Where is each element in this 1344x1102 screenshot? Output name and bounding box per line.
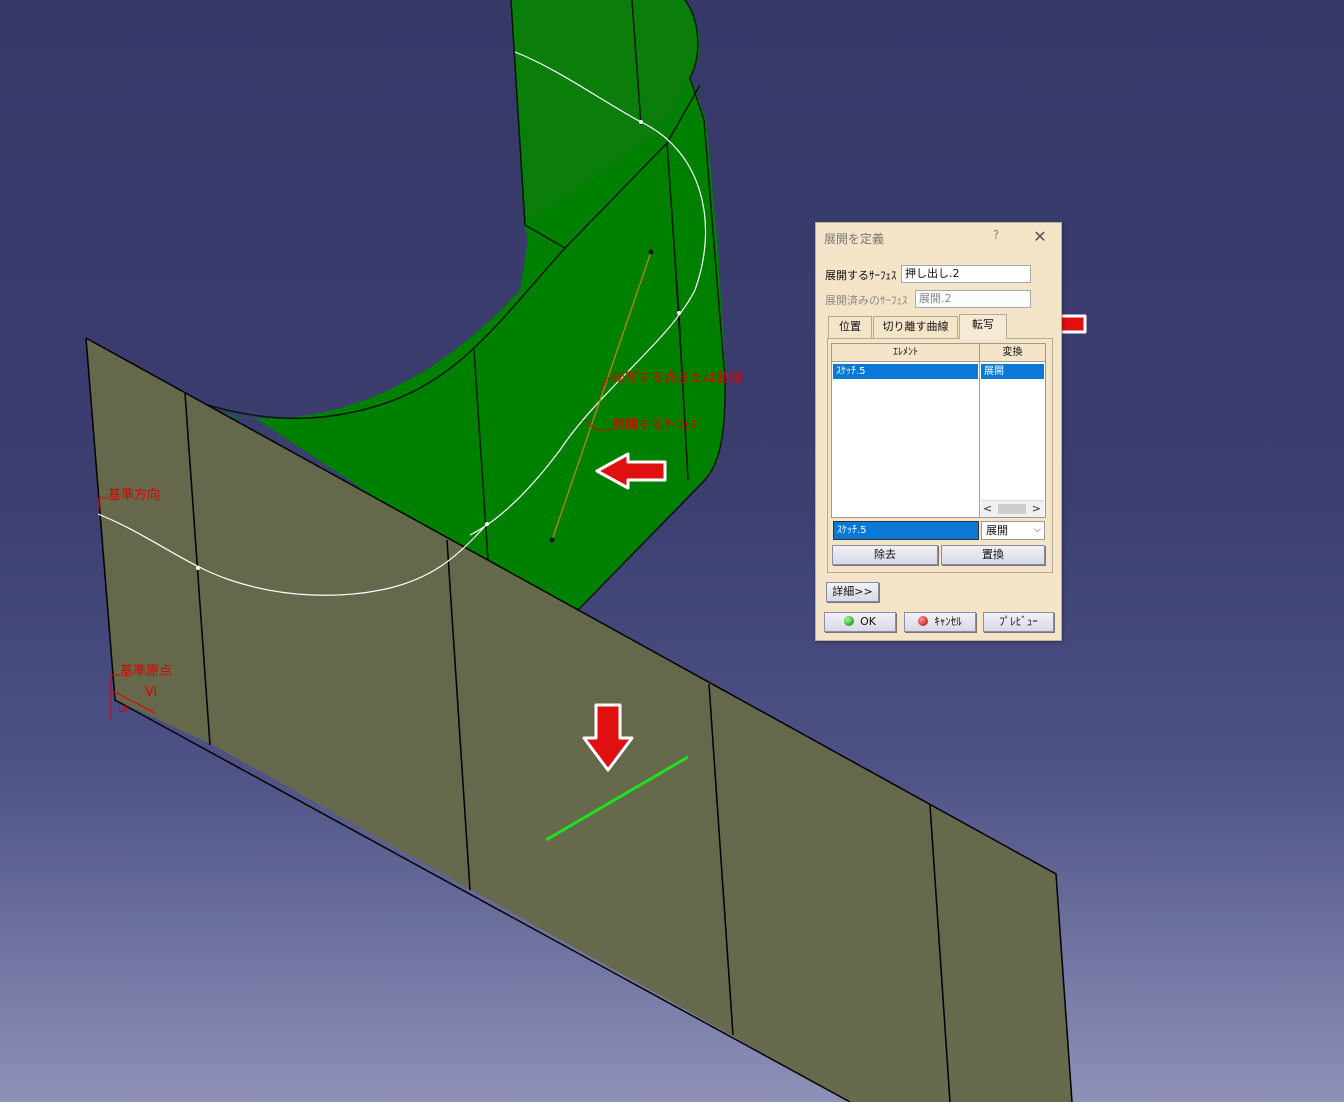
tab-transfer[interactable]: 転写 [959,314,1007,339]
transfer-element-table[interactable]: ｴﾚﾒﾝﾄ 変換 ｽｹｯﾁ.5 展開 < > [831,343,1046,518]
dialog-titlebar[interactable]: 展開を定義 ? ✕ [816,223,1061,251]
unfolded-surface-field: 展開.2 [915,290,1031,308]
remove-button[interactable]: 除去 [832,545,938,565]
scroll-thumb[interactable] [998,504,1026,514]
selected-element-field[interactable]: ｽｹｯﾁ.5 [833,521,979,540]
axis-u-label: Ui [118,704,128,715]
annotation-ref-origin-text: 基準原点 [120,663,172,679]
table-row-transform-cell[interactable]: 展開 [981,364,1044,379]
surface-to-unfold-field[interactable]: 押し出し.2 [901,265,1031,283]
close-icon[interactable]: ✕ [1030,227,1050,247]
dialog-title: 展開を定義 [824,232,885,246]
unfolded-surface-label: 展開済みのｻｰﾌｪｽ [825,294,908,307]
annotation-unfold-surface-text: 展開するｻｰﾌｪｽ [612,418,697,433]
surface-to-unfold-label: 展開するｻｰﾌｪｽ [825,269,897,282]
replace-button[interactable]: 置換 [941,545,1045,565]
cancel-icon [918,616,929,626]
horizontal-scrollbar[interactable]: < > [981,500,1044,517]
ok-label: OK [860,615,876,628]
cancel-label: ｷｬﾝｾﾙ [934,615,962,628]
help-button[interactable]: ? [988,228,1004,246]
annotation-transfer-curve-text: 転写する点または曲線 [612,370,742,386]
chevron-down-icon[interactable]: ⌵ [1034,522,1041,539]
column-divider [979,362,980,517]
tab-position[interactable]: 位置 [828,316,872,338]
3d-viewport[interactable]: 転写する点または曲線 展開するｻｰﾌｪｽ 基準方向 基準原点 Vi Ui [0,0,1344,1102]
column-header-transform[interactable]: 変換 [980,344,1045,362]
scroll-left-icon[interactable]: < [983,501,992,517]
more-button[interactable]: 詳細>> [826,582,879,602]
annotation-ref-direction-text: 基準方向 [108,487,160,503]
transform-select[interactable]: 展開 ⌵ [981,521,1045,540]
table-row-element-cell[interactable]: ｽｹｯﾁ.5 [833,364,978,379]
transform-select-value: 展開 [986,524,1008,537]
unfold-definition-dialog: 展開を定義 ? ✕ 展開するｻｰﾌｪｽ 押し出し.2 展開済みのｻｰﾌｪｽ 展開… [815,222,1062,641]
column-header-element[interactable]: ｴﾚﾒﾝﾄ [832,344,980,362]
ok-icon [844,616,855,626]
cancel-button[interactable]: ｷｬﾝｾﾙ [904,612,976,632]
tab-cut-curves[interactable]: 切り離す曲線 [873,316,958,338]
ok-button[interactable]: OK [824,612,896,632]
axis-v-label: Vi [145,685,157,700]
preview-button[interactable]: ﾌﾟﾚﾋﾞｭｰ [983,612,1054,632]
scroll-right-icon[interactable]: > [1032,501,1041,517]
